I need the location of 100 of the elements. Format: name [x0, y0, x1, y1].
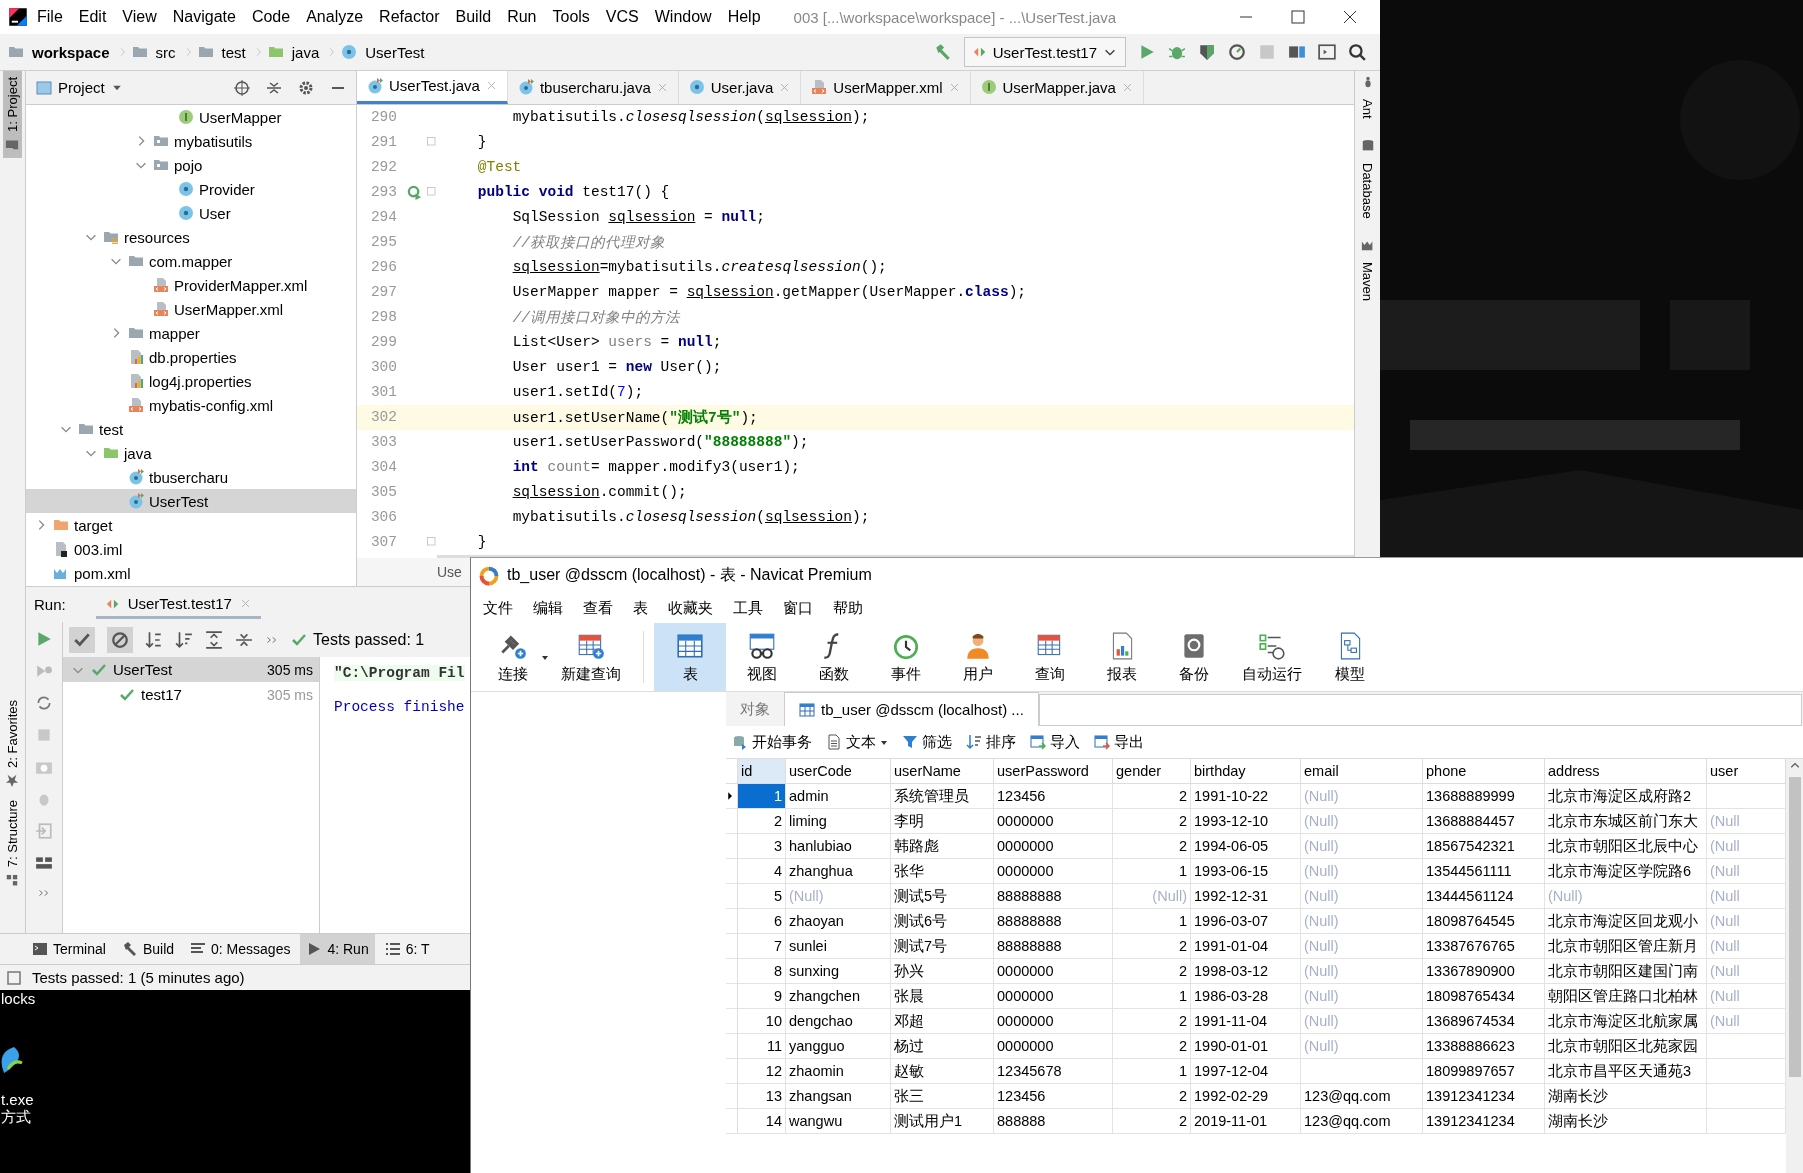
side-tab[interactable]: Database	[1358, 156, 1377, 225]
menu-item[interactable]: Window	[647, 4, 719, 30]
desktop-icon-label[interactable]: t.exe	[0, 1091, 470, 1108]
side-tab[interactable]: 2: Favorites	[3, 693, 22, 794]
menu-item[interactable]: 收藏夹	[662, 598, 727, 618]
tab[interactable]: 对象	[726, 692, 784, 726]
side-tab[interactable]: 1: Project	[3, 71, 22, 158]
run-tab[interactable]: UserTest.test17	[95, 590, 261, 619]
action-button[interactable]: 文本	[826, 732, 888, 752]
breadcrumb-item[interactable]: src	[151, 43, 180, 61]
tree-item[interactable]: target	[74, 516, 113, 534]
test-item[interactable]: test17	[141, 686, 182, 703]
menu-item[interactable]: VCS	[598, 4, 646, 30]
exit-icon[interactable]	[35, 822, 53, 840]
maximize-icon[interactable]	[1290, 9, 1306, 25]
run-icon[interactable]	[1138, 43, 1156, 61]
column-header[interactable]: user	[1707, 759, 1786, 784]
column-header[interactable]: address	[1545, 759, 1707, 784]
toolbar-button[interactable]: 自动运行	[1230, 623, 1314, 691]
database-icon[interactable]	[1360, 138, 1375, 153]
column-header[interactable]: gender	[1113, 759, 1191, 784]
menu-item[interactable]: Run	[500, 4, 544, 30]
tree-item[interactable]: UserTest	[149, 492, 209, 510]
structure-icon[interactable]	[1288, 43, 1306, 61]
editor-tab[interactable]: UserMapper.java	[970, 71, 1144, 104]
toolbar-button[interactable]: 备份	[1158, 623, 1230, 691]
action-button[interactable]: 开始事务	[732, 732, 812, 752]
folder-icon[interactable]	[267, 44, 284, 60]
hammer-icon[interactable]	[933, 43, 952, 61]
column-header[interactable]: birthday	[1191, 759, 1301, 784]
tree-item[interactable]: db.properties	[149, 348, 237, 366]
desktop-icon-label[interactable]: locks	[0, 990, 470, 1007]
tree-item[interactable]: UserMapper.xml	[174, 300, 284, 318]
menu-item[interactable]: View	[115, 4, 164, 30]
tree-item[interactable]: ProviderMapper.xml	[174, 276, 308, 294]
tree-item[interactable]: resources	[124, 228, 190, 246]
tree-item[interactable]: mybatisutils	[174, 132, 253, 150]
tree-item[interactable]: pom.xml	[74, 564, 131, 582]
toolbar-button[interactable]: 模型	[1314, 623, 1386, 691]
column-header[interactable]: email	[1301, 759, 1423, 784]
menu-item[interactable]: Analyze	[299, 4, 371, 30]
breadcrumb-item[interactable]: java	[287, 43, 324, 61]
toolbar-button[interactable]: 报表	[1086, 623, 1158, 691]
tree-item[interactable]: mybatis-config.xml	[149, 396, 274, 414]
test-item[interactable]: UserTest	[113, 661, 173, 678]
sort-icon[interactable]	[175, 630, 193, 649]
tree-item[interactable]: test	[99, 420, 124, 438]
toolbar-button[interactable]: 表	[654, 623, 726, 691]
breadcrumb-item[interactable]: Use	[437, 564, 462, 581]
run-config-dropdown[interactable]: UserTest.test17	[963, 37, 1126, 67]
shield-icon[interactable]	[1198, 43, 1216, 61]
fold-icon[interactable]	[426, 136, 438, 148]
scrollbar-thumb[interactable]	[1789, 777, 1801, 1077]
desktop-icon-label[interactable]: 方式	[0, 1108, 470, 1127]
tool-window-tab[interactable]: 0: Messages	[184, 934, 297, 964]
editor-tab[interactable]: UserMapper.xml	[801, 71, 971, 104]
column-header[interactable]: id	[738, 759, 786, 784]
menu-item[interactable]: 查看	[577, 598, 627, 618]
tree-item[interactable]: mapper	[149, 324, 200, 342]
menu-item[interactable]: Help	[720, 4, 768, 30]
menu-item[interactable]: Edit	[71, 4, 114, 30]
panel-icon[interactable]	[1318, 43, 1336, 61]
folder-icon[interactable]	[8, 44, 24, 60]
collapse-icon[interactable]	[266, 79, 282, 96]
tree-item[interactable]: log4j.properties	[149, 372, 252, 390]
tool-window-tab[interactable]: 6: T	[378, 934, 436, 964]
tree-item[interactable]: pojo	[174, 156, 203, 174]
search-icon[interactable]	[1348, 43, 1366, 61]
tree-item[interactable]: com.mapper	[149, 252, 233, 270]
gauge-icon[interactable]	[1228, 43, 1246, 61]
action-button[interactable]: 导出	[1094, 732, 1144, 752]
side-tab[interactable]: Maven	[1358, 256, 1377, 308]
menu-item[interactable]: Tools	[545, 4, 597, 30]
layout-icon[interactable]	[35, 854, 53, 872]
tree-item[interactable]: java	[124, 444, 152, 462]
action-button[interactable]: 排序	[966, 732, 1016, 752]
star-icon[interactable]	[5, 773, 20, 788]
toolbar-button[interactable]: 函数	[798, 623, 870, 691]
stop-icon[interactable]	[1258, 43, 1276, 61]
fold-icon[interactable]	[426, 186, 438, 198]
menu-item[interactable]: Code	[244, 4, 298, 30]
square-icon[interactable]	[6, 969, 22, 986]
breadcrumb-item[interactable]: workspace	[28, 43, 114, 61]
column-header[interactable]: phone	[1423, 759, 1545, 784]
tool-window-tab[interactable]: Terminal	[26, 934, 112, 964]
toolbar-button[interactable]: 事件	[870, 623, 942, 691]
sort-icon[interactable]	[145, 630, 163, 649]
class-icon[interactable]	[341, 44, 358, 60]
side-tab[interactable]: Ant	[1358, 93, 1377, 125]
toggle-button[interactable]	[107, 626, 133, 653]
menu-item[interactable]: 工具	[727, 598, 777, 618]
structure-icon[interactable]	[5, 873, 20, 887]
toolbar-button[interactable]: 查询	[1014, 623, 1086, 691]
toggle-button[interactable]	[69, 626, 95, 653]
menu-item[interactable]: Navigate	[165, 4, 243, 30]
editor-tab[interactable]: UserTest.java	[357, 71, 508, 104]
action-button[interactable]: 导入	[1030, 732, 1080, 752]
action-button[interactable]: 筛选	[902, 732, 952, 752]
stop-icon[interactable]	[35, 726, 53, 744]
expand-icon[interactable]	[205, 630, 223, 649]
